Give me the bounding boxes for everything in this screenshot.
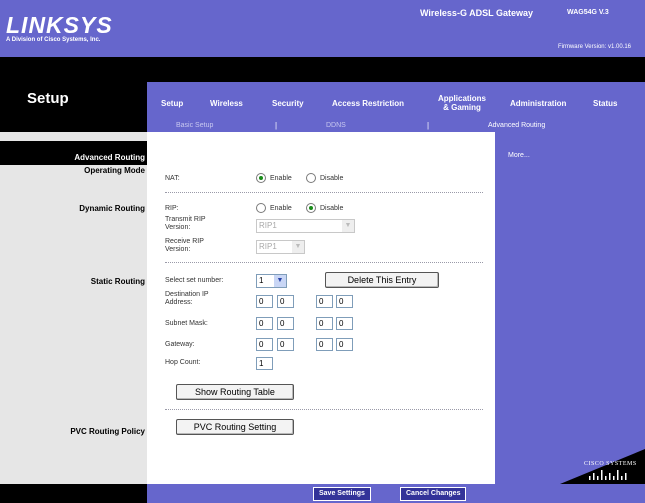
nat-enable-radio[interactable] [256, 173, 266, 183]
save-settings-button[interactable]: Save Settings [313, 487, 371, 501]
subnet-mask-octet-2[interactable]: 0 [277, 317, 294, 330]
sidebar-label-dynamic-routing: Dynamic Routing [79, 204, 145, 213]
receive-rip-value: RIP1 [259, 242, 277, 251]
transmit-rip-select[interactable]: RIP1 ▼ [256, 219, 355, 233]
help-column [495, 132, 645, 503]
tab-applications-gaming-line1: Applications [438, 94, 487, 103]
product-bar [0, 57, 645, 82]
rip-label: RIP: [165, 205, 179, 212]
receive-rip-select[interactable]: RIP1 ▼ [256, 240, 305, 254]
tab-applications-gaming-line2: & Gaming [443, 103, 481, 112]
sub-nav [147, 116, 645, 132]
subnet-mask-label: Subnet Mask: [165, 320, 208, 327]
cancel-changes-button[interactable]: Cancel Changes [400, 487, 467, 501]
logo-wordmark: LINKSYS [6, 12, 113, 38]
rip-disable-label: Disable [320, 205, 344, 212]
subtab-advanced-routing[interactable]: Advanced Routing [488, 122, 545, 129]
chevron-down-icon: ▼ [342, 220, 354, 232]
help-more-link[interactable]: More... [508, 152, 530, 159]
tab-status[interactable]: Status [593, 99, 617, 108]
nat-disable-label: Disable [320, 175, 344, 182]
transmit-rip-value: RIP1 [259, 221, 277, 230]
sidebar-label-static-routing: Static Routing [90, 277, 145, 286]
pvc-routing-setting-button[interactable]: PVC Routing Setting [176, 419, 294, 435]
hop-count-label: Hop Count: [165, 359, 201, 366]
rip-enable-label: Enable [270, 205, 292, 212]
subnet-mask-octet-3[interactable]: 0 [316, 317, 333, 330]
receive-rip-label: Receive RIP Version: [165, 238, 204, 253]
gateway-octet-4[interactable]: 0 [336, 338, 353, 351]
tab-setup[interactable]: Setup [161, 99, 183, 108]
left-sidebar [0, 132, 147, 503]
model-number: WAG54G V.3 [567, 9, 609, 16]
destination-ip-octet-1[interactable]: 0 [256, 295, 273, 308]
hop-count-input[interactable]: 1 [256, 357, 273, 370]
section-divider [165, 192, 483, 193]
product-name: Wireless-G ADSL Gateway [420, 8, 533, 18]
tab-applications-gaming[interactable]: Applications & Gaming [438, 94, 486, 112]
select-set-label: Select set number: [165, 277, 224, 284]
section-title: Setup [27, 90, 69, 107]
set-number-value: 1 [259, 276, 264, 285]
gateway-octet-3[interactable]: 0 [316, 338, 333, 351]
subnav-separator: | [427, 121, 430, 130]
nat-enable-label: Enable [270, 175, 292, 182]
rip-enable-radio[interactable] [256, 203, 266, 213]
subnet-mask-octet-4[interactable]: 0 [336, 317, 353, 330]
section-divider [165, 409, 483, 410]
subtab-ddns[interactable]: DDNS [326, 122, 346, 129]
section-divider [165, 262, 483, 263]
destination-ip-octet-3[interactable]: 0 [316, 295, 333, 308]
show-routing-table-button[interactable]: Show Routing Table [176, 384, 294, 400]
destination-ip-octet-4[interactable]: 0 [336, 295, 353, 308]
firmware-version: Firmware Version: v1.00.16 [557, 44, 631, 50]
logo-tagline: A Division of Cisco Systems, Inc. [6, 37, 101, 43]
tab-security[interactable]: Security [272, 99, 304, 108]
footer-left-block [0, 484, 147, 503]
tab-wireless[interactable]: Wireless [210, 99, 243, 108]
sidebar-heading: Advanced Routing [74, 153, 145, 162]
nat-label: NAT: [165, 175, 180, 182]
cisco-bars-icon [589, 470, 627, 480]
set-number-select[interactable]: 1 ▼ [256, 274, 287, 288]
gateway-octet-1[interactable]: 0 [256, 338, 273, 351]
cisco-logo-text: CISCO SYSTEMS [584, 461, 637, 467]
section-title-block [0, 82, 147, 132]
router-setup-page: LINKSYS A Division of Cisco Systems, Inc… [0, 0, 645, 503]
sidebar-label-pvc-routing-policy: PVC Routing Policy [70, 427, 145, 436]
sidebar-header-bar [0, 141, 147, 149]
chevron-down-icon: ▼ [274, 275, 286, 287]
tab-administration[interactable]: Administration [510, 99, 566, 108]
transmit-rip-label: Transmit RIP Version: [165, 216, 206, 231]
linksys-logo: LINKSYS A Division of Cisco Systems, Inc… [6, 12, 113, 44]
subtab-basic-setup[interactable]: Basic Setup [176, 122, 213, 129]
gateway-label: Gateway: [165, 341, 195, 348]
destination-ip-label: Destination IP Address: [165, 291, 209, 306]
gateway-octet-2[interactable]: 0 [277, 338, 294, 351]
destination-ip-octet-2[interactable]: 0 [277, 295, 294, 308]
sidebar-label-operating-mode: Operating Mode [84, 166, 145, 175]
cisco-systems-logo: CISCO SYSTEMS [584, 461, 636, 481]
chevron-down-icon: ▼ [292, 241, 304, 253]
rip-disable-radio[interactable] [306, 203, 316, 213]
subnet-mask-octet-1[interactable]: 0 [256, 317, 273, 330]
tab-access-restriction[interactable]: Access Restriction [332, 99, 404, 108]
subnav-separator: | [275, 121, 278, 130]
nat-disable-radio[interactable] [306, 173, 316, 183]
delete-entry-button[interactable]: Delete This Entry [325, 272, 439, 288]
